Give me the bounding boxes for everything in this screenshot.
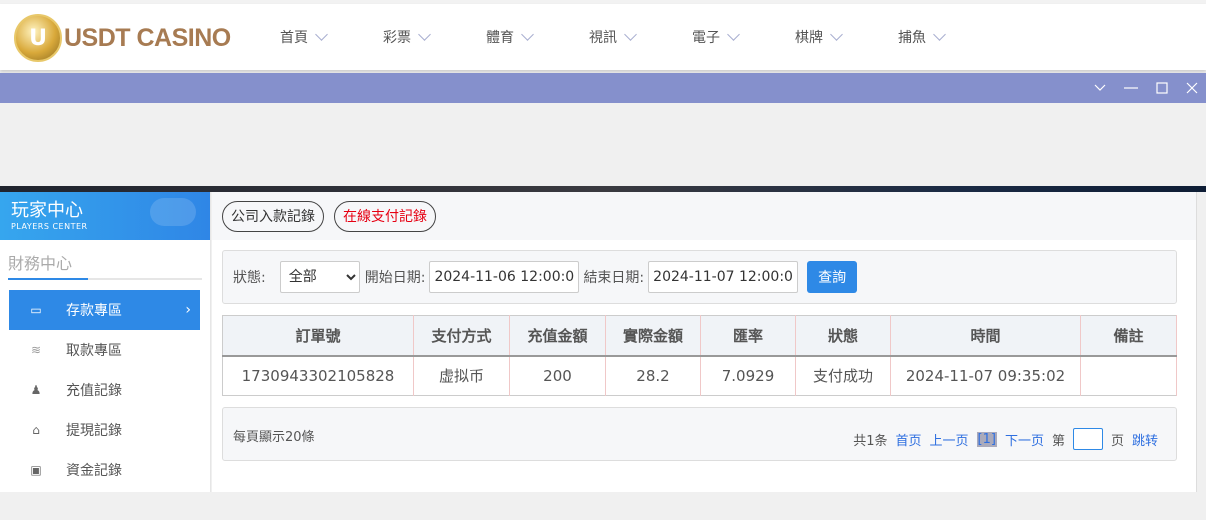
next-page-link[interactable]: 下一页: [1005, 430, 1044, 449]
jump-link[interactable]: 跳转: [1132, 430, 1158, 449]
site-header: U USDT CASINO 首頁 彩票 體育 視訊 電子 棋牌 捕魚: [0, 4, 1206, 70]
chevron-down-icon: [830, 28, 843, 41]
sidebar-item-label: 充值記錄: [66, 383, 122, 399]
logo[interactable]: U USDT CASINO: [14, 14, 231, 62]
tab-online-payment[interactable]: 在線支付記錄: [334, 200, 436, 232]
chevron-down-icon: [933, 28, 946, 41]
col-status: 狀態: [795, 315, 891, 357]
main-content: 公司入款記錄 在線支付記錄 狀態: 全部 開始日期: 結束日期: 查詢 訂單號 …: [212, 192, 1196, 492]
nav-label: 體育: [486, 30, 514, 46]
col-remark: 備註: [1080, 315, 1177, 357]
nav-item-live[interactable]: 視訊: [589, 27, 692, 47]
goto-prefix: 第: [1051, 433, 1065, 449]
nav-item-sports[interactable]: 體育: [486, 27, 589, 47]
section-title: 財務中心: [8, 248, 202, 280]
chevron-down-icon: [624, 28, 637, 41]
card-icon: ▭: [30, 303, 42, 317]
sidebar-item-recharge-records[interactable]: ♟ 充值記錄: [9, 370, 200, 410]
end-date-label: 結束日期:: [583, 270, 645, 286]
nav-item-cards[interactable]: 棋牌: [795, 27, 898, 47]
sidebar-item-label: 存款專區: [66, 303, 122, 319]
main-nav: 首頁 彩票 體育 視訊 電子 棋牌 捕魚: [280, 4, 1001, 70]
logo-coin-icon: U: [14, 14, 62, 62]
chevron-down-icon: [315, 28, 328, 41]
sidebar-item-withdraw[interactable]: ≋ 取款專區: [9, 330, 200, 370]
query-button[interactable]: 查詢: [807, 261, 858, 293]
chevron-right-icon: ›: [185, 302, 191, 318]
table-row: 1730943302105828 虚拟币 200 28.2 7.0929 支付成…: [222, 355, 1177, 396]
logo-text: USDT CASINO: [64, 23, 231, 52]
sidebar-item-label: 取款專區: [66, 343, 122, 359]
close-icon[interactable]: [1177, 73, 1206, 103]
col-time: 時間: [890, 315, 1081, 357]
chevron-down-icon[interactable]: [1085, 73, 1115, 103]
nav-label: 視訊: [589, 30, 617, 46]
tab-company-deposit[interactable]: 公司入款記錄: [222, 200, 324, 232]
prev-page-link[interactable]: 上一页: [930, 430, 969, 449]
cell-payment-method: 虚拟币: [413, 355, 510, 396]
chevron-down-icon: [727, 28, 740, 41]
sidebar-item-deposit[interactable]: ▭ 存款專區 ›: [9, 290, 200, 330]
cell-recharge-amount: 200: [509, 355, 606, 396]
minimize-icon[interactable]: [1116, 73, 1146, 103]
start-date-label: 開始日期:: [364, 270, 426, 286]
nav-item-slots[interactable]: 電子: [692, 27, 795, 47]
sidebar: 玩家中心 PLAYERS CENTER 財務中心 ▭ 存款專區 › ≋ 取款專區 ♟ 充…: [0, 192, 211, 492]
nav-label: 捕魚: [898, 30, 926, 46]
nav-item-home[interactable]: 首頁: [280, 27, 383, 47]
scrollbar[interactable]: [1196, 192, 1206, 492]
chevron-down-icon: [418, 28, 431, 41]
nav-label: 彩票: [383, 30, 411, 46]
nav-label: 棋牌: [795, 30, 823, 46]
per-page-text: 每頁顯示20條: [233, 430, 315, 445]
end-date-input[interactable]: [648, 261, 799, 293]
pagination-bar: 每頁顯示20條 共1条 首页 上一页 [1] 下一页 第 页 跳转: [222, 407, 1177, 461]
first-page-link[interactable]: 首页: [895, 430, 921, 449]
cell-order-no: 1730943302105828: [222, 355, 414, 396]
sidebar-item-withdraw-records[interactable]: ⌂ 提現記錄: [9, 410, 200, 450]
col-payment-method: 支付方式: [413, 315, 510, 357]
window-title-bar: [0, 73, 1206, 103]
cell-rate: 7.0929: [700, 355, 796, 396]
current-page[interactable]: [1]: [976, 431, 997, 447]
hand-cash-icon: ≋: [30, 343, 42, 357]
cell-actual-amount: 28.2: [605, 355, 701, 396]
col-recharge-amount: 充值金額: [509, 315, 606, 357]
sidebar-item-label: 提現記錄: [66, 423, 122, 439]
status-select[interactable]: 全部: [279, 261, 360, 293]
goto-page-input[interactable]: [1072, 428, 1103, 450]
money-bag-icon: ♟: [30, 383, 42, 397]
maximize-icon[interactable]: [1147, 73, 1177, 103]
sidebar-item-label: 資金記錄: [66, 463, 122, 479]
cell-time: 2024-11-07 09:35:02: [890, 355, 1081, 396]
players-center-header: 玩家中心 PLAYERS CENTER: [0, 192, 210, 240]
cell-status: 支付成功: [795, 355, 891, 396]
col-actual-amount: 實際金額: [605, 315, 701, 357]
cell-remark: [1080, 355, 1177, 396]
status-label: 狀態:: [233, 270, 266, 286]
payment-records-table: 訂單號 支付方式 充值金額 實際金額 匯率 狀態 時間 備註 173094330…: [222, 315, 1177, 396]
wallet-icon: ⌂: [32, 423, 40, 437]
nav-label: 首頁: [280, 30, 308, 46]
chevron-down-icon: [521, 28, 534, 41]
sidebar-item-fund-records[interactable]: ▣ 資金記錄: [9, 450, 200, 490]
total-count: 共1条: [853, 433, 888, 449]
col-order-no: 訂單號: [222, 315, 414, 357]
filter-bar: 狀態: 全部 開始日期: 結束日期: 查詢: [222, 250, 1177, 304]
goto-suffix: 页: [1110, 433, 1124, 449]
nav-item-fishing[interactable]: 捕魚: [898, 27, 1001, 47]
safe-icon: ▣: [30, 463, 42, 477]
nav-label: 電子: [692, 30, 720, 46]
col-rate: 匯率: [700, 315, 796, 357]
start-date-input[interactable]: [429, 261, 580, 293]
gamepad-icon: [150, 198, 196, 226]
nav-item-lottery[interactable]: 彩票: [383, 27, 486, 47]
record-tabs: 公司入款記錄 在線支付記錄: [212, 192, 1196, 240]
